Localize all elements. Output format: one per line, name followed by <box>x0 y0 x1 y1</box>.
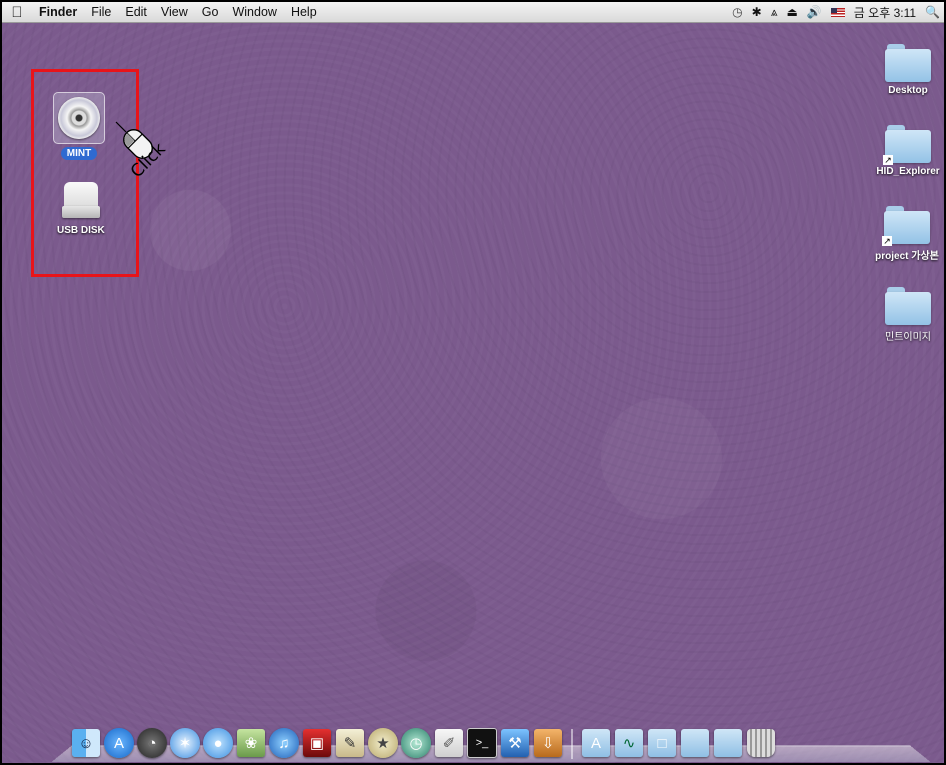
alias-arrow-icon: ↗ <box>882 236 892 246</box>
script-editor-icon[interactable]: ✐ <box>433 727 465 759</box>
folder-icon: ↗ <box>883 125 931 165</box>
photo-booth-icon[interactable]: ▣ <box>301 727 333 759</box>
xcode-icon[interactable]: ⚒ <box>499 727 531 759</box>
installer-icon[interactable]: ⇩ <box>532 727 564 759</box>
finder-icon[interactable]: ☺ <box>70 727 102 759</box>
desktop-icon-hid-explorer[interactable]: ↗ HID_Explorer <box>870 125 944 177</box>
terminal-icon[interactable]: >_ <box>466 727 498 759</box>
highlight-box <box>31 69 139 277</box>
trash-icon[interactable] <box>745 727 777 759</box>
eject-icon[interactable]: ⏏ <box>786 5 797 19</box>
activity-monitor-icon[interactable]: ∿ <box>613 727 645 759</box>
alias-arrow-icon: ↗ <box>883 155 893 165</box>
stack-folder-icon[interactable] <box>712 727 744 759</box>
status-area: ◷ ✱ ⩓ ⏏ 🔊 금 오후 3:11 🔍 <box>732 2 940 22</box>
safari-icon[interactable]: ✶ <box>169 727 201 759</box>
menu-help[interactable]: Help <box>284 5 324 19</box>
menu-edit[interactable]: Edit <box>118 5 154 19</box>
bluetooth-icon[interactable]: ✱ <box>752 5 762 19</box>
menu-bar:  Finder File Edit View Go Window Help ◷… <box>2 2 944 23</box>
app-store-icon[interactable]: A <box>103 727 135 759</box>
textedit-icon[interactable]: ✎ <box>334 727 366 759</box>
desktop-icon-mint-image[interactable]: 민트이미지 <box>885 287 931 343</box>
desktop[interactable]:  Finder File Edit View Go Window Help ◷… <box>0 0 946 765</box>
time-machine-icon[interactable]: ◷ <box>732 5 742 19</box>
volume-icon[interactable]: 🔊 <box>807 5 822 19</box>
menu-file[interactable]: File <box>84 5 118 19</box>
ichat-icon[interactable]: ● <box>202 727 234 759</box>
documents-folder-icon[interactable]: □ <box>646 727 678 759</box>
apple-menu-icon[interactable]:  <box>2 4 32 21</box>
applications-folder-icon[interactable]: A <box>580 727 612 759</box>
dock-separator <box>571 729 573 759</box>
time-machine-icon[interactable]: ◷ <box>400 727 432 759</box>
us-flag-icon[interactable] <box>830 7 845 17</box>
folder-icon <box>885 44 931 82</box>
desktop-icon-project[interactable]: ↗ project 가상본 <box>868 206 944 262</box>
imovie-icon[interactable]: ★ <box>367 727 399 759</box>
downloads-folder-icon[interactable] <box>679 727 711 759</box>
menu-window[interactable]: Window <box>225 5 283 19</box>
spotlight-icon[interactable]: 🔍 <box>925 5 940 19</box>
folder-icon <box>885 287 931 325</box>
menu-view[interactable]: View <box>154 5 195 19</box>
menu-finder[interactable]: Finder <box>32 5 84 19</box>
desktop-icon-desktop-folder[interactable]: Desktop <box>885 44 931 96</box>
dock: ☺ A ◔ ✶ ● ❀ ♫ ▣ ✎ ★ ◷ ✐ >_ ⚒ ⇩ A ∿ □ <box>51 723 931 763</box>
dashboard-icon[interactable]: ◔ <box>136 727 168 759</box>
desktop-icon-label: Desktop <box>888 85 928 96</box>
menu-go[interactable]: Go <box>195 5 226 19</box>
iphoto-icon[interactable]: ❀ <box>235 727 267 759</box>
wifi-icon[interactable]: ⩓ <box>771 5 778 20</box>
folder-icon: ↗ <box>882 206 930 246</box>
desktop-icon-label: 민트이미지 <box>885 332 931 343</box>
desktop-icon-label: HID_Explorer <box>876 166 940 177</box>
clock[interactable]: 금 오후 3:11 <box>854 4 916 21</box>
desktop-icon-label: project 가상본 <box>875 251 939 262</box>
itunes-icon[interactable]: ♫ <box>268 727 300 759</box>
